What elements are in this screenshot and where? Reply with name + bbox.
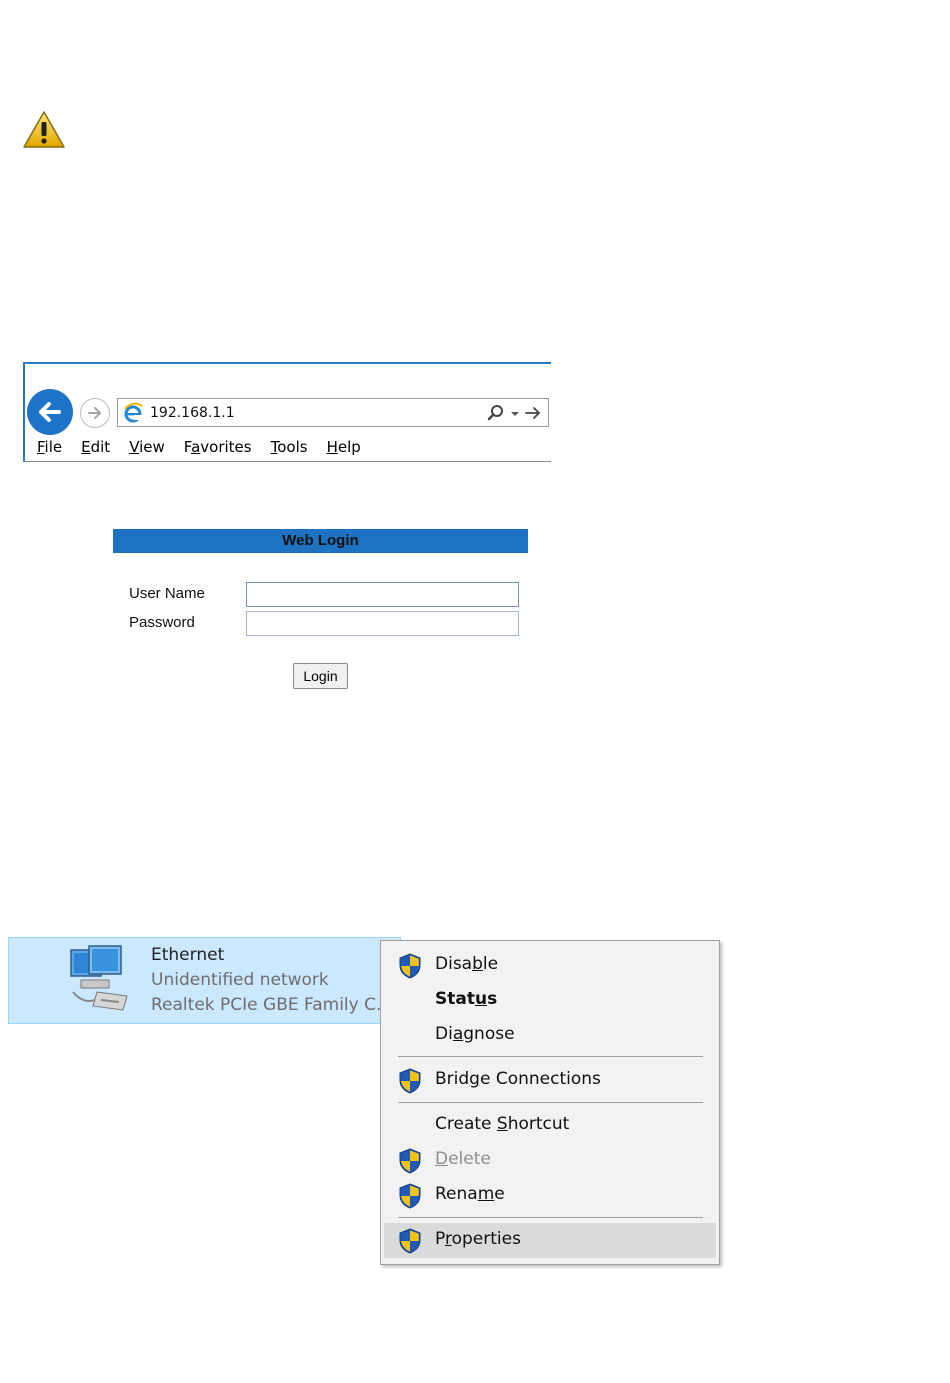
search-icon[interactable] xyxy=(486,403,506,423)
address-text[interactable]: 192.168.1.1 xyxy=(150,405,235,421)
uac-shield-icon xyxy=(399,1068,421,1094)
menu-item-diagnose[interactable]: Diagnose xyxy=(384,1018,716,1051)
network-adapter-icon xyxy=(70,945,128,1011)
forward-arrow-icon xyxy=(88,407,101,419)
browser-toolbar: 192.168.1.1 File Edit View Favorites Too… xyxy=(23,362,551,462)
menu-view[interactable]: View xyxy=(129,438,165,456)
uac-shield-icon xyxy=(399,953,421,979)
uac-shield-icon xyxy=(399,1228,421,1254)
menu-item-label: Rename xyxy=(435,1184,505,1204)
ie-logo-icon xyxy=(124,402,143,423)
forward-button[interactable] xyxy=(80,398,110,428)
password-field[interactable] xyxy=(246,611,519,636)
menu-item-label: Status xyxy=(435,989,498,1009)
menu-item-label: Create Shortcut xyxy=(435,1114,570,1134)
dropdown-icon[interactable] xyxy=(510,403,520,423)
adapter-name: Ethernet xyxy=(151,945,225,965)
menu-separator xyxy=(398,1102,703,1103)
menu-item-status[interactable]: Status xyxy=(384,983,716,1016)
menu-tools[interactable]: Tools xyxy=(271,438,308,456)
password-label: Password xyxy=(129,614,195,631)
menu-item-label: Disable xyxy=(435,954,499,974)
menu-item-label: Properties xyxy=(435,1229,521,1249)
menu-item-bridge-connections[interactable]: Bridge Connections xyxy=(384,1063,716,1096)
username-field[interactable] xyxy=(246,582,519,607)
menu-item-label: Delete xyxy=(435,1149,491,1169)
back-button[interactable] xyxy=(27,389,73,435)
ethernet-adapter[interactable]: Ethernet Unidentified network Realtek PC… xyxy=(8,937,401,1024)
adapter-status: Unidentified network xyxy=(151,970,329,990)
menu-item-label: Diagnose xyxy=(435,1024,515,1044)
menu-item-label: Bridge Connections xyxy=(435,1069,601,1089)
back-arrow-icon xyxy=(39,402,61,422)
adapter-device: Realtek PCIe GBE Family C... xyxy=(151,995,393,1015)
menu-favorites[interactable]: Favorites xyxy=(184,438,252,456)
uac-shield-icon xyxy=(399,1148,421,1174)
menu-separator xyxy=(398,1056,703,1057)
menu-item-create-shortcut[interactable]: Create Shortcut xyxy=(384,1108,716,1141)
menu-item-delete: Delete xyxy=(384,1143,716,1176)
menu-bar: File Edit View Favorites Tools Help xyxy=(37,438,380,456)
menu-item-rename[interactable]: Rename xyxy=(384,1178,716,1211)
context-menu: Disable Status Diagnose Bridge Connectio… xyxy=(380,940,720,1265)
menu-edit[interactable]: Edit xyxy=(81,438,110,456)
uac-shield-icon xyxy=(399,1183,421,1209)
menu-item-properties[interactable]: Properties xyxy=(384,1223,716,1258)
menu-file[interactable]: File xyxy=(37,438,62,456)
menu-separator xyxy=(398,1217,703,1218)
menu-help[interactable]: Help xyxy=(327,438,361,456)
login-title: Web Login xyxy=(113,529,528,553)
go-arrow-icon[interactable] xyxy=(524,403,542,423)
username-label: User Name xyxy=(129,585,205,602)
warning-icon xyxy=(23,111,65,148)
address-bar[interactable]: 192.168.1.1 xyxy=(117,398,549,427)
menu-item-disable[interactable]: Disable xyxy=(384,948,716,981)
login-button[interactable]: Login xyxy=(293,663,348,689)
